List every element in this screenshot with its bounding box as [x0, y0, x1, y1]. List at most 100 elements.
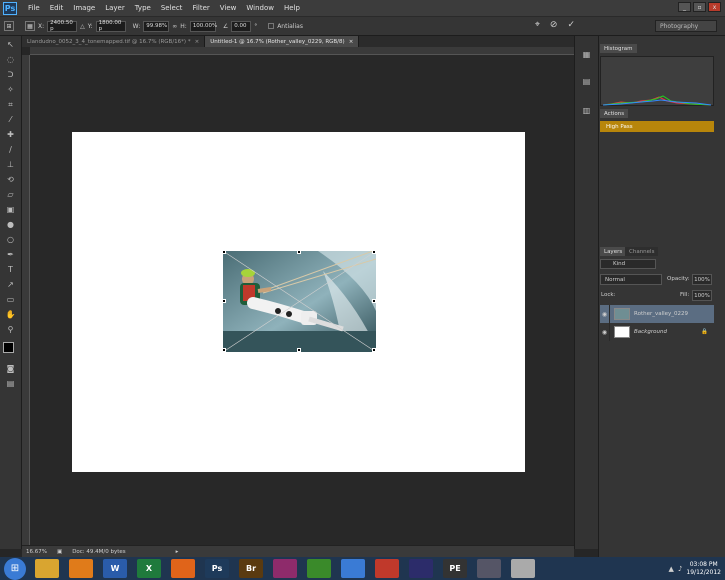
zoom-level[interactable]: 16.67%	[26, 549, 47, 555]
transform-handle-e[interactable]	[372, 299, 376, 303]
folder-icon[interactable]	[35, 559, 59, 578]
layer-filter-select[interactable]: Kind	[600, 259, 656, 269]
photoshop-icon[interactable]: Ps	[205, 559, 229, 578]
foreground-color-swatch[interactable]	[3, 342, 14, 353]
app-icon[interactable]	[273, 559, 297, 578]
layer-row[interactable]: ◉ Background 🔒	[600, 323, 714, 341]
crop-tool-icon[interactable]: ⌗	[4, 98, 18, 111]
layer-row[interactable]: ◉ Rother_valley_0229	[600, 305, 714, 323]
zoom-tool-icon[interactable]: ⚲	[4, 323, 18, 336]
history-brush-tool-icon[interactable]: ⟲	[4, 173, 18, 186]
menu-window[interactable]: Window	[241, 4, 279, 12]
layer-name[interactable]: Rother_valley_0229	[634, 311, 688, 317]
app-icon[interactable]	[409, 559, 433, 578]
layer-name[interactable]: Background	[634, 329, 667, 335]
transform-handle-s[interactable]	[297, 348, 301, 352]
tab-layers[interactable]: Layers	[600, 247, 627, 256]
height-field[interactable]: 100.00%	[189, 20, 217, 32]
dodge-tool-icon[interactable]: ○	[4, 233, 18, 246]
eye-icon[interactable]: ◉	[600, 305, 610, 323]
transform-handle-nw[interactable]	[223, 251, 226, 254]
transform-handle-sw[interactable]	[223, 348, 226, 352]
hand-tool-icon[interactable]: ✋	[4, 308, 18, 321]
antialias-checkbox[interactable]	[268, 23, 275, 29]
fill-field[interactable]: 100%	[692, 290, 712, 301]
start-button[interactable]: ⊞	[4, 557, 26, 580]
app-icon[interactable]	[477, 559, 501, 578]
transform-tool-icon[interactable]: ⊞	[4, 21, 14, 31]
transform-handle-se[interactable]	[372, 348, 376, 352]
eyedropper-tool-icon[interactable]: ⁄	[4, 113, 18, 126]
app-icon[interactable]	[341, 559, 365, 578]
left-ruler[interactable]	[22, 55, 30, 545]
shape-tool-icon[interactable]: ▭	[4, 293, 18, 306]
opacity-field[interactable]: 100%	[692, 274, 712, 285]
properties-panel-icon[interactable]: ▤	[580, 75, 594, 88]
menu-filter[interactable]: Filter	[187, 4, 214, 12]
x-field[interactable]: 2400.50 p	[47, 20, 78, 32]
action-high-pass[interactable]: High Pass	[600, 121, 714, 132]
quick-select-tool-icon[interactable]: ✧	[4, 83, 18, 96]
screen-mode-icon[interactable]: ▤	[4, 377, 18, 390]
gradient-tool-icon[interactable]: ▣	[4, 203, 18, 216]
angle-field[interactable]: 0.00	[231, 20, 252, 32]
link-icon[interactable]: ∞	[172, 23, 177, 30]
transform-handle-n[interactable]	[297, 251, 301, 254]
close-icon[interactable]: ×	[349, 39, 354, 45]
media-player-icon[interactable]	[69, 559, 93, 578]
clone-stamp-tool-icon[interactable]: ⊥	[4, 158, 18, 171]
export-icon[interactable]: ▣	[57, 549, 62, 555]
lasso-tool-icon[interactable]: ᑐ	[4, 68, 18, 81]
move-tool-icon[interactable]: ↖	[4, 38, 18, 51]
menu-help[interactable]: Help	[279, 4, 305, 12]
excel-icon[interactable]: X	[137, 559, 161, 578]
commit-transform-icon[interactable]: ✓	[567, 20, 575, 30]
app-icon[interactable]	[375, 559, 399, 578]
menu-type[interactable]: Type	[130, 4, 156, 12]
eye-icon[interactable]: ◉	[600, 323, 610, 341]
menu-layer[interactable]: Layer	[100, 4, 130, 12]
minimize-button[interactable]: _	[678, 2, 691, 12]
tab-llandudno[interactable]: Llandudno_0052_3_4_tonemapped.tif @ 16.7…	[22, 36, 206, 47]
transform-handle-ne[interactable]	[372, 251, 376, 254]
doc-info[interactable]: Doc: 49.4M/0 bytes	[72, 549, 125, 555]
firefox-icon[interactable]	[171, 559, 195, 578]
brush-tool-icon[interactable]: ∕	[4, 143, 18, 156]
network-icon[interactable]: ▲	[669, 565, 674, 573]
type-tool-icon[interactable]: T	[4, 263, 18, 276]
app-icon[interactable]	[307, 559, 331, 578]
app-icon[interactable]: PE	[443, 559, 467, 578]
word-icon[interactable]: W	[103, 559, 127, 578]
healing-tool-icon[interactable]: ✚	[4, 128, 18, 141]
menu-view[interactable]: View	[215, 4, 242, 12]
bridge-icon[interactable]: Br	[239, 559, 263, 578]
workspace-select[interactable]: Photography	[655, 20, 717, 32]
wakeboard-photo-layer[interactable]	[223, 251, 376, 352]
menu-edit[interactable]: Edit	[45, 4, 69, 12]
top-ruler[interactable]	[30, 47, 574, 55]
tab-untitled-1[interactable]: Untitled-1 @ 16.7% (Rother_valley_0229, …	[205, 36, 360, 47]
reference-point-icon[interactable]: ▦	[25, 21, 35, 31]
warp-icon[interactable]: ⌖	[535, 20, 540, 30]
restore-button[interactable]: ▫	[693, 2, 706, 12]
color-swatches[interactable]	[3, 342, 21, 360]
pen-tool-icon[interactable]: ✒	[4, 248, 18, 261]
app-icon[interactable]	[511, 559, 535, 578]
menu-image[interactable]: Image	[68, 4, 100, 12]
close-icon[interactable]: ×	[195, 39, 200, 45]
path-select-tool-icon[interactable]: ↗	[4, 278, 18, 291]
transform-handle-w[interactable]	[223, 299, 226, 303]
menu-file[interactable]: File	[23, 4, 45, 12]
tab-channels[interactable]: Channels	[625, 247, 659, 256]
cancel-transform-icon[interactable]: ⊘	[550, 20, 558, 30]
info-panel-icon[interactable]: ▥	[580, 104, 594, 117]
width-field[interactable]: 99.98%	[143, 20, 170, 32]
eraser-tool-icon[interactable]: ▱	[4, 188, 18, 201]
menu-select[interactable]: Select	[156, 4, 188, 12]
clock[interactable]: 03:08 PM 19/12/2012	[686, 561, 721, 577]
tab-actions[interactable]: Actions	[600, 109, 629, 118]
tab-histogram[interactable]: Histogram	[600, 44, 637, 53]
volume-icon[interactable]: ♪	[678, 565, 682, 573]
blur-tool-icon[interactable]: ●	[4, 218, 18, 231]
blend-mode-select[interactable]: Normal	[600, 274, 662, 285]
